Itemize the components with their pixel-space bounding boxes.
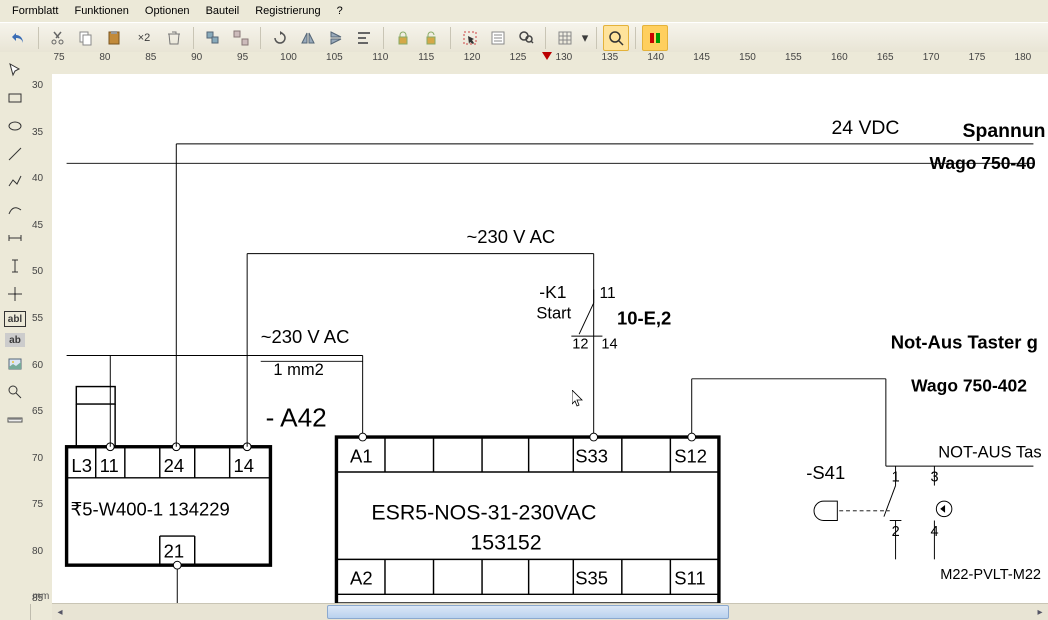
label-a42: - A42 [266, 402, 327, 432]
pointer-tool[interactable] [4, 59, 26, 81]
menu-bar: Formblatt Funktionen Optionen Bauteil Re… [0, 0, 1048, 23]
undo-button[interactable] [6, 25, 32, 51]
component-s41: -S41 1 3 2 4 M22-PVLT-M22 [806, 462, 1041, 583]
component-main-block: A1 S33 S12 ESR5-NOS-31-230VAC 153152 [336, 433, 718, 604]
label-ac2: ~230 V AC [261, 326, 350, 347]
measure-tool[interactable] [4, 409, 26, 431]
label-m22: M22-PVLT-M22 [940, 567, 1041, 583]
search-button[interactable] [513, 25, 539, 51]
label-mm2: 1 mm2 [273, 361, 323, 379]
label-wago2: Wago 750-402 [911, 375, 1027, 395]
svg-text:S33: S33 [575, 445, 608, 466]
svg-text:11: 11 [100, 455, 119, 476]
menu-funktionen[interactable]: Funktionen [66, 2, 136, 20]
label-spannung: Spannun [963, 120, 1046, 142]
label-ac1: ~230 V AC [467, 226, 556, 247]
svg-text:S11: S11 [674, 568, 705, 589]
toolbar: ×2 ▾ [0, 23, 1048, 54]
group-button[interactable] [200, 25, 226, 51]
svg-text:21: 21 [164, 540, 185, 561]
zoom-button[interactable] [603, 25, 629, 51]
svg-text:24: 24 [164, 455, 185, 476]
svg-text:A1: A1 [350, 445, 373, 466]
rectangle-tool[interactable] [4, 87, 26, 109]
label-k1: -K1 [539, 282, 566, 302]
scroll-right-button[interactable]: ▸ [1032, 604, 1048, 620]
svg-text:S12: S12 [674, 445, 707, 466]
mirror-h-button[interactable] [295, 25, 321, 51]
horizontal-scrollbar[interactable]: ◂ ▸ [52, 603, 1048, 620]
align-button[interactable] [351, 25, 377, 51]
label-start: Start [536, 305, 571, 323]
menu-formblatt[interactable]: Formblatt [4, 2, 66, 20]
svg-text:14: 14 [234, 455, 255, 476]
ungroup-button[interactable] [228, 25, 254, 51]
ellipse-tool[interactable] [4, 115, 26, 137]
image-tool[interactable] [4, 353, 26, 375]
menu-bauteil[interactable]: Bauteil [198, 2, 248, 20]
curve-tool[interactable] [4, 199, 26, 221]
horizontal-ruler: 7580859095100105110115120125130135140145… [30, 52, 1048, 75]
menu-help[interactable]: ? [329, 2, 351, 20]
text-frame-tool[interactable]: abl [4, 311, 26, 327]
svg-text:A2: A2 [350, 568, 373, 589]
label-esr5: ESR5-NOS-31-230VAC [371, 501, 596, 525]
svg-text:S35: S35 [575, 568, 608, 589]
zoom-tool[interactable] [4, 381, 26, 403]
copy-button[interactable] [73, 25, 99, 51]
menu-optionen[interactable]: Optionen [137, 2, 198, 20]
unlock-button[interactable] [418, 25, 444, 51]
grid-dropdown[interactable]: ▾ [580, 25, 590, 51]
line-tool[interactable] [4, 143, 26, 165]
label-notaus2: NOT-AUS Tas [938, 443, 1041, 461]
drawing-canvas[interactable]: 24 VDC Spannun Wago 750-40 ~230 V AC -K1… [52, 74, 1048, 604]
vertical-ruler: 303540455055606570758085 [30, 74, 53, 604]
label-left-box: ₹5-W400-1 134229 [70, 499, 229, 520]
label-wago1: Wago 750-40 [930, 153, 1036, 173]
cut-button[interactable] [45, 25, 71, 51]
tool-palette: abl ab [0, 52, 31, 620]
polyline-tool[interactable] [4, 171, 26, 193]
dimension-h-tool[interactable] [4, 227, 26, 249]
label-k1-14: 14 [601, 337, 617, 353]
svg-text:L3: L3 [71, 455, 92, 476]
label-s41: -S41 [806, 462, 845, 483]
highlight-button[interactable] [642, 25, 668, 51]
rotate-button[interactable] [267, 25, 293, 51]
list-button[interactable] [485, 25, 511, 51]
menu-registrierung[interactable]: Registrierung [247, 2, 328, 20]
label-k1-12: 12 [572, 337, 588, 353]
scroll-left-button[interactable]: ◂ [52, 604, 68, 620]
delete-button[interactable] [161, 25, 187, 51]
label-24vdc: 24 VDC [832, 117, 900, 139]
grid-button[interactable] [552, 25, 578, 51]
lock-button[interactable] [390, 25, 416, 51]
scrollbar-thumb[interactable] [327, 605, 729, 619]
component-left-block: L3 11 24 14 ₹5-W400-1 134229 21 [67, 356, 271, 604]
selection-mode-button[interactable] [457, 25, 483, 51]
dimension-v-tool[interactable] [4, 255, 26, 277]
label-xref: 10-E,2 [617, 307, 671, 328]
x2-button[interactable]: ×2 [129, 25, 159, 51]
label-notaus: Not-Aus Taster g [891, 332, 1038, 353]
label-k1-11: 11 [600, 285, 616, 302]
unit-label: mm [30, 591, 52, 602]
paste-button[interactable] [101, 25, 127, 51]
label-esr5-num: 153152 [470, 531, 541, 555]
text-tool[interactable]: ab [5, 333, 25, 347]
crosshair-tool[interactable] [4, 283, 26, 305]
mirror-v-button[interactable] [323, 25, 349, 51]
